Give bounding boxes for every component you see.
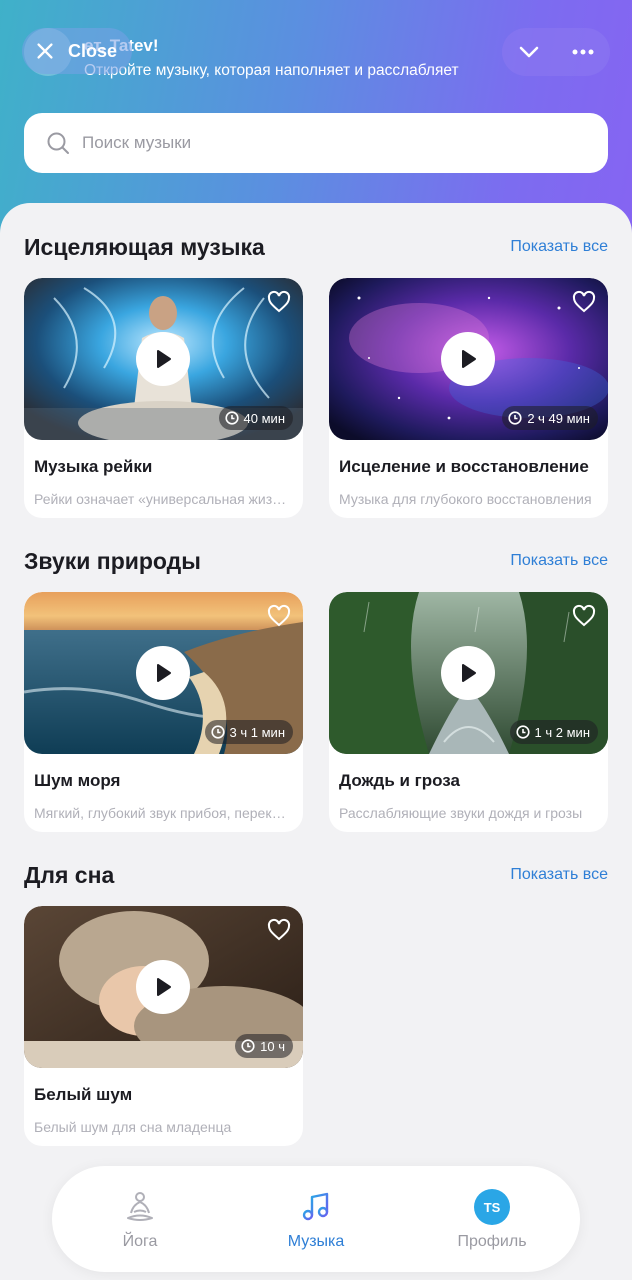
track-thumbnail: 3 ч 1 мин: [24, 592, 303, 754]
section-healing-music: Исцеляющая музыка Показать все 40 мин Му…: [24, 232, 608, 518]
clock-icon: [224, 411, 239, 425]
duration-text: 3 ч 1 мин: [229, 724, 285, 740]
show-all-link[interactable]: Показать все: [510, 552, 608, 570]
show-all-link[interactable]: Показать все: [510, 866, 608, 884]
track-card-rain[interactable]: 1 ч 2 мин Дождь и гроза Расслабляющие зв…: [329, 592, 608, 832]
duration-text: 40 мин: [243, 410, 285, 426]
heart-icon[interactable]: [267, 918, 291, 942]
yoga-icon: [127, 1192, 153, 1221]
top-controls: [502, 28, 610, 76]
tab-label: Музыка: [287, 1233, 345, 1250]
show-all-link[interactable]: Показать все: [510, 238, 608, 256]
play-icon: [157, 350, 171, 368]
play-button[interactable]: [441, 332, 495, 386]
close-icon: [37, 43, 53, 59]
greeting-subtitle: Откройте музыку, которая наполняет и рас…: [84, 62, 459, 79]
search-icon: [47, 132, 69, 154]
play-icon: [157, 664, 171, 682]
track-description: Музыка для глубокого восстановления: [339, 491, 592, 507]
duration-badge: 10 ч: [235, 1034, 293, 1058]
tab-music[interactable]: Музыка: [256, 1187, 376, 1251]
track-card-reiki[interactable]: 40 мин Музыка рейки Рейки означает «унив…: [24, 278, 303, 518]
track-thumbnail: 1 ч 2 мин: [329, 592, 608, 754]
duration-text: 1 ч 2 мин: [534, 724, 590, 740]
play-icon: [462, 664, 476, 682]
track-title: Музыка рейки: [34, 457, 153, 476]
close-button[interactable]: Close: [22, 28, 132, 74]
play-button[interactable]: [136, 332, 190, 386]
section-title: Для сна: [24, 861, 115, 888]
tab-label: Йога: [122, 1233, 158, 1250]
track-description: Расслабляющие звуки дождя и грозы: [339, 805, 583, 821]
play-button[interactable]: [441, 646, 495, 700]
tab-yoga[interactable]: Йога: [80, 1187, 200, 1251]
duration-badge: 1 ч 2 мин: [509, 720, 598, 744]
chevron-down-icon: [519, 46, 539, 58]
play-icon: [157, 978, 171, 996]
track-thumbnail: 40 мин: [24, 278, 303, 440]
music-note-icon: [302, 1192, 329, 1221]
heart-icon[interactable]: [572, 290, 596, 314]
track-title: Исцеление и восстановление: [339, 457, 589, 476]
clock-icon: [210, 725, 225, 739]
track-description: Мягкий, глубокий звук прибоя, перекатыва…: [34, 805, 303, 821]
clock-icon: [241, 1039, 255, 1053]
more-dots-icon: [572, 49, 594, 55]
duration-badge: 2 ч 49 мин: [502, 406, 598, 430]
track-title: Шум моря: [34, 771, 121, 790]
track-title: Белый шум: [34, 1085, 133, 1104]
heart-icon[interactable]: [267, 604, 291, 628]
track-title: Дождь и гроза: [339, 771, 460, 790]
clock-icon: [515, 725, 530, 739]
more-button[interactable]: [563, 32, 603, 72]
profile-avatar: TS: [474, 1189, 510, 1225]
close-label: Close: [68, 40, 118, 61]
search-bar[interactable]: [24, 113, 608, 173]
search-input[interactable]: [82, 133, 562, 153]
bottom-tab-bar: Йога Музыка TS Профиль: [52, 1166, 580, 1272]
duration-text: 10 ч: [260, 1038, 285, 1054]
duration-text: 2 ч 49 мин: [527, 410, 590, 426]
duration-badge: 40 мин: [218, 406, 293, 430]
section-nature-sounds: Звуки природы Показать все 3 ч 1 мин Шум…: [24, 546, 608, 832]
track-card-white-noise[interactable]: 10 ч Белый шум Белый шум для сна младенц…: [24, 906, 303, 1146]
track-thumbnail: 2 ч 49 мин: [329, 278, 608, 440]
play-icon: [462, 350, 476, 368]
track-card-healing[interactable]: 2 ч 49 мин Исцеление и восстановление Му…: [329, 278, 608, 518]
heart-icon[interactable]: [267, 290, 291, 314]
play-button[interactable]: [136, 646, 190, 700]
track-thumbnail: 10 ч: [24, 906, 303, 1068]
track-description: Белый шум для сна младенца: [34, 1119, 232, 1135]
play-button[interactable]: [136, 960, 190, 1014]
section-title: Исцеляющая музыка: [24, 233, 265, 260]
section-title: Звуки природы: [24, 547, 201, 574]
tab-profile[interactable]: TS Профиль: [432, 1187, 552, 1251]
heart-icon[interactable]: [572, 604, 596, 628]
section-for-sleep: Для сна Показать все 10 ч Белый шум Белы…: [24, 860, 608, 1146]
duration-badge: 3 ч 1 мин: [204, 720, 293, 744]
collapse-button[interactable]: [509, 32, 549, 72]
clock-icon: [508, 411, 522, 425]
track-card-sea[interactable]: 3 ч 1 мин Шум моря Мягкий, глубокий звук…: [24, 592, 303, 832]
track-description: Рейки означает «универсальная жизненная …: [34, 491, 303, 507]
tab-label: Профиль: [457, 1233, 527, 1250]
